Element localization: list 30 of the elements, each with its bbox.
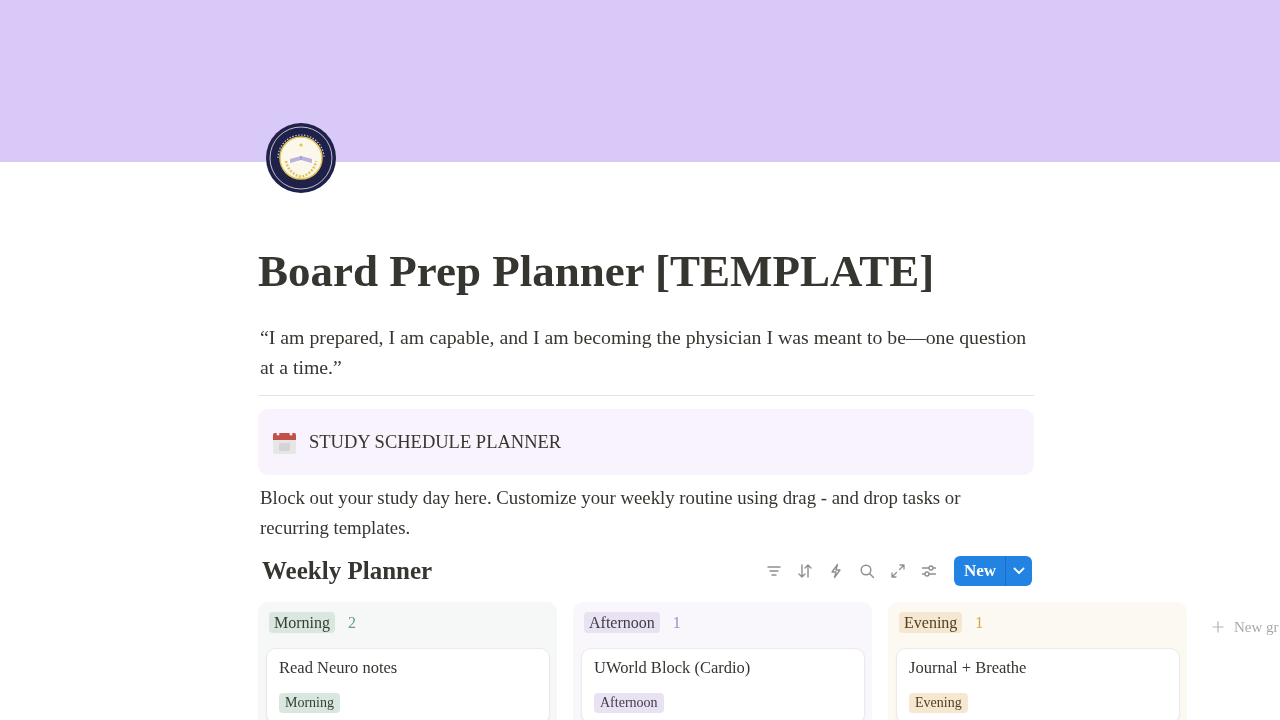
quote-text: “I am prepared, I am capable, and I am becoming the physician I was meant to be—one question at a time.” [259, 325, 1028, 380]
group-tag: Evening [899, 612, 963, 633]
emblem-icon [266, 123, 336, 193]
card-tag: Evening [909, 693, 968, 713]
card-title: Journal + Breathe [909, 658, 1027, 678]
sliders-icon[interactable] [920, 563, 937, 579]
group-count: 1 [672, 613, 681, 633]
new-button[interactable]: New [953, 556, 1005, 586]
search-icon[interactable] [858, 563, 875, 579]
card-tag: Afternoon [594, 693, 664, 713]
plus-icon [1212, 621, 1224, 633]
task-card[interactable]: Read Neuro notes Morning [266, 648, 550, 720]
task-card[interactable]: UWorld Block (Cardio) Afternoon [581, 648, 865, 720]
card-tag: Morning [279, 693, 340, 713]
sort-icon[interactable] [796, 563, 813, 579]
group-tag: Afternoon [584, 612, 660, 633]
board-title: Weekly Planner [262, 556, 433, 586]
page-title: Board Prep Planner [TEMPLATE] [258, 245, 936, 298]
group-tag: Morning [269, 612, 335, 633]
card-title: Read Neuro notes [279, 658, 398, 678]
description-text: Block out your study day here. Customize your weekly routine using drag - and drop tasks or recurring templates. [259, 486, 962, 540]
card-title: UWorld Block (Cardio) [594, 658, 751, 678]
expand-icon[interactable] [889, 563, 906, 579]
task-card[interactable]: Journal + Breathe Evening [896, 648, 1180, 720]
group-count: 1 [975, 613, 984, 633]
callout-text: STUDY SCHEDULE PLANNER [309, 431, 562, 454]
new-dropdown-button[interactable] [1005, 556, 1032, 586]
filter-icon[interactable] [765, 563, 782, 579]
group-count: 2 [348, 613, 356, 633]
chevron-down-icon [1013, 567, 1025, 575]
